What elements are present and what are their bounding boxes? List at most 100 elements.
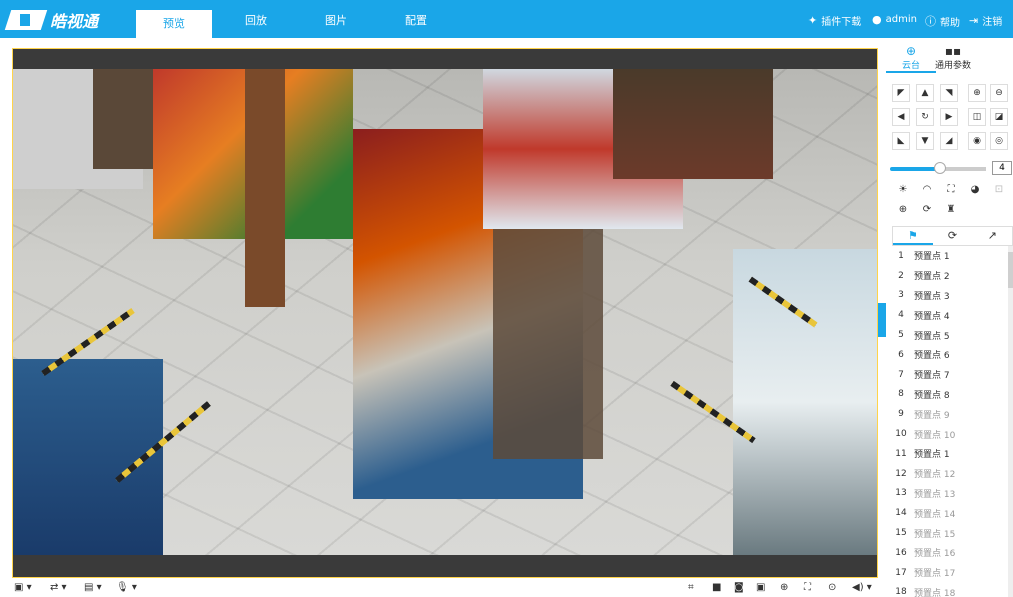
- preset-name: 预置点 8: [914, 390, 950, 401]
- ptz-right-button[interactable]: ▶: [940, 108, 958, 126]
- preset-item[interactable]: 15 预置点 15: [892, 523, 1008, 543]
- preset-item[interactable]: 8 预置点 8: [892, 385, 1008, 405]
- record-icon[interactable]: ▣: [756, 582, 765, 593]
- pattern-icon: ↗: [987, 229, 997, 242]
- ptz-up-left-button[interactable]: ◤: [892, 84, 910, 102]
- window-split-button[interactable]: ▣ ▾: [14, 582, 32, 593]
- preset-name: 预置点 1: [914, 252, 950, 263]
- plugin-download-link[interactable]: ✦ 插件下载: [808, 13, 861, 28]
- capture-icon[interactable]: ◙: [734, 582, 744, 593]
- tab-config[interactable]: 配置: [378, 12, 454, 38]
- speed-value[interactable]: 4: [992, 161, 1012, 175]
- live-video[interactable]: [13, 69, 877, 555]
- iris-close-button[interactable]: ◎: [990, 132, 1008, 150]
- preset-number: 11: [895, 448, 907, 459]
- preset-number: 16: [895, 547, 907, 558]
- zoom-area-icon[interactable]: ⊕: [894, 201, 912, 219]
- zoom-out-button[interactable]: ⊖: [990, 84, 1008, 102]
- preset-item[interactable]: 10 预置点 10: [892, 424, 1008, 444]
- park-icon[interactable]: ⟳: [918, 201, 936, 219]
- ptz-up-right-button[interactable]: ◥: [940, 84, 958, 102]
- live-video-frame[interactable]: [12, 48, 878, 578]
- preset-number: 6: [898, 349, 904, 360]
- preset-scrollbar[interactable]: [1008, 246, 1013, 597]
- ptz-auto-button[interactable]: ↻: [916, 108, 934, 126]
- hanging-sign: [245, 69, 285, 307]
- panel-collapse-toggle[interactable]: [878, 303, 886, 337]
- logout-icon: ⇥: [969, 14, 979, 27]
- preset-name: 预置点 16: [914, 549, 956, 560]
- preset-number: 14: [895, 508, 907, 519]
- top-nav-bar: 皓视通 预览 回放 图片 配置 ✦ 插件下载 ● admin ⓘ 帮助 ⇥ 注销: [0, 0, 1013, 38]
- focus-near-button[interactable]: ◫: [968, 108, 986, 126]
- preset-name: 预置点 4: [914, 311, 950, 322]
- panel-tab-general[interactable]: ▪▪ 通用参数: [928, 44, 978, 71]
- preset-number: 15: [895, 528, 907, 539]
- preset-item[interactable]: 14 预置点 14: [892, 503, 1008, 523]
- ptz-down-left-button[interactable]: ◣: [892, 132, 910, 150]
- wiper-icon[interactable]: ◠: [918, 181, 936, 199]
- preset-item[interactable]: 9 预置点 9: [892, 404, 1008, 424]
- stream-select-button[interactable]: ⇄ ▾: [50, 582, 67, 593]
- one-touch-icon[interactable]: ♜: [942, 201, 960, 219]
- username-label: admin: [885, 14, 917, 25]
- tab-preview[interactable]: 预览: [136, 10, 212, 38]
- focus-far-button[interactable]: ◪: [990, 108, 1008, 126]
- preset-item[interactable]: 3 预置点 3: [892, 286, 1008, 306]
- preset-item[interactable]: 6 预置点 6: [892, 345, 1008, 365]
- volume-icon[interactable]: ◀) ▾: [852, 582, 872, 593]
- zoom-in-button[interactable]: ⊕: [968, 84, 986, 102]
- preset-tab[interactable]: ⚑: [893, 227, 933, 245]
- lens-init-icon[interactable]: ◕: [966, 181, 984, 199]
- crop-icon[interactable]: ⌗: [688, 582, 694, 593]
- preset-name: 预置点 6: [914, 351, 950, 362]
- preset-flag-icon: ⚑: [907, 229, 918, 242]
- preset-item[interactable]: 12 预置点 12: [892, 464, 1008, 484]
- preset-number: 2: [898, 270, 904, 281]
- 3d-zoom-icon[interactable]: ⛶: [804, 582, 811, 593]
- manual-track-icon[interactable]: ⊡: [990, 181, 1008, 199]
- patrol-icon: ⟳: [947, 229, 958, 242]
- preset-item[interactable]: 18 预置点 18: [892, 583, 1008, 597]
- tab-pictures[interactable]: 图片: [298, 12, 374, 38]
- scrollbar-thumb[interactable]: [1008, 252, 1013, 288]
- iris-open-button[interactable]: ◉: [968, 132, 986, 150]
- brand-name: 皓视通: [50, 12, 99, 31]
- ptz-down-right-button[interactable]: ◢: [940, 132, 958, 150]
- digital-zoom-icon[interactable]: ⊕: [780, 582, 788, 593]
- player-select-button[interactable]: ▤ ▾: [84, 582, 102, 593]
- preset-item[interactable]: 4 预置点 4: [892, 305, 1008, 325]
- ptz-left-button[interactable]: ◀: [892, 108, 910, 126]
- ptz-down-button[interactable]: ▼: [916, 132, 934, 150]
- preset-item[interactable]: 13 预置点 13: [892, 484, 1008, 504]
- logout-link[interactable]: ⇥ 注销: [969, 13, 1002, 28]
- preset-item[interactable]: 16 预置点 16: [892, 543, 1008, 563]
- tab-playback[interactable]: 回放: [218, 12, 294, 38]
- preset-name: 预置点 15: [914, 529, 956, 540]
- stop-icon[interactable]: ■: [712, 582, 721, 593]
- preset-item[interactable]: 17 预置点 17: [892, 563, 1008, 583]
- help-link[interactable]: ⓘ 帮助: [925, 13, 960, 29]
- preset-item[interactable]: 1 预置点 1: [892, 246, 1008, 266]
- panel-tab-general-label: 通用参数: [934, 61, 971, 71]
- preset-number: 8: [898, 389, 904, 400]
- ptz-up-button[interactable]: ▲: [916, 84, 934, 102]
- preset-item[interactable]: 11 预置点 1: [892, 444, 1008, 464]
- preset-item[interactable]: 5 预置点 5: [892, 325, 1008, 345]
- grid-icon: ▪▪: [944, 44, 962, 58]
- 3d-position-icon[interactable]: ⛶: [942, 181, 960, 199]
- plugin-icon: ✦: [808, 14, 818, 27]
- preset-name: 预置点 1: [914, 450, 950, 461]
- preset-item[interactable]: 7 预置点 7: [892, 365, 1008, 385]
- light-icon[interactable]: ☀: [894, 181, 912, 199]
- preset-item[interactable]: 2 预置点 2: [892, 266, 1008, 286]
- focus-icon[interactable]: ⊙: [828, 582, 836, 593]
- pattern-tab[interactable]: ↗: [972, 227, 1012, 245]
- preset-name: 预置点 2: [914, 272, 950, 283]
- speed-slider-handle[interactable]: [934, 162, 946, 174]
- preset-number: 9: [898, 409, 904, 420]
- user-menu[interactable]: ● admin: [872, 13, 917, 26]
- microphone-button[interactable]: 🎙 ▾: [116, 582, 137, 593]
- patrol-tab[interactable]: ⟳: [933, 227, 973, 245]
- preset-number: 18: [895, 587, 907, 597]
